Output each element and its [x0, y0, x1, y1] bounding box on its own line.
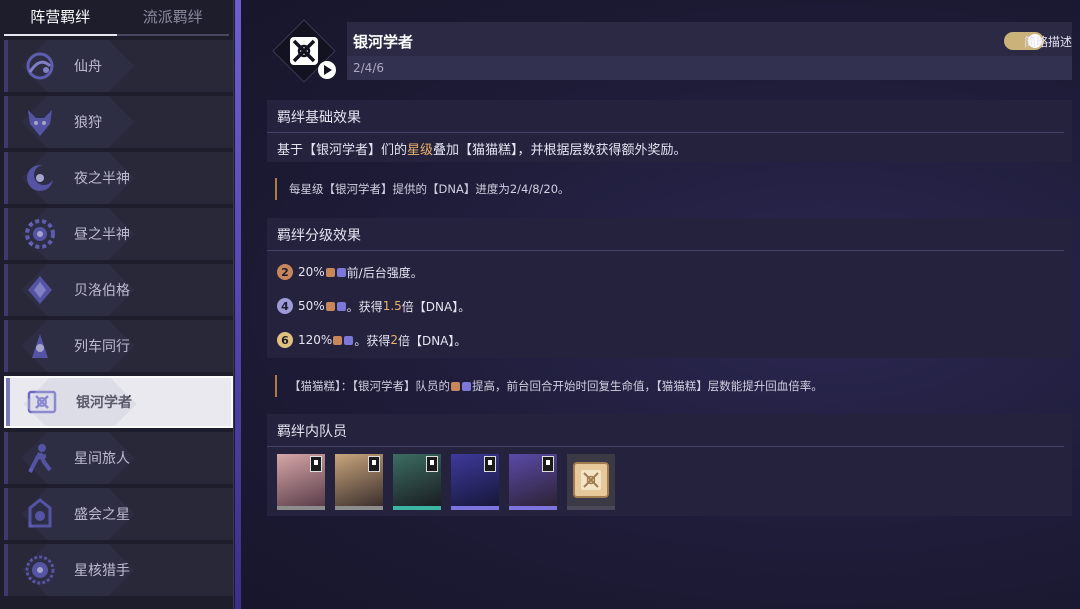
front-stat-icon [451, 382, 460, 391]
member-badge-icon [426, 456, 438, 472]
basic-effect-text: 基于【银河学者】们的星级叠加【猫猫糕】，并根据层数获得额外奖励。 [267, 133, 1072, 158]
sidebar-item-traveler[interactable]: 星间旅人 [4, 432, 233, 484]
sidebar-item-train[interactable]: 列车同行 [4, 320, 233, 372]
maomao-note-text: 【猫猫糕】：【银河学者】队员的 [289, 379, 450, 393]
member-badge-icon [484, 456, 496, 472]
bond-detail-panel: 银河学者 2/4/6 简略描述 羁绊基础效果 基于【银河学者】们的星级叠加【猫猫… [241, 0, 1080, 609]
tier-row-4: 4 50% 。获得 1.5 倍【DNA】。 [267, 289, 1072, 323]
tab-faction-bonds[interactable]: 阵营羁绊 [4, 0, 117, 36]
tier-effect-section: 羁绊分级效果 2 20% 前/后台强度。 4 50% 。获得 1.5 倍【DNA】。… [267, 218, 1072, 358]
back-stat-icon [462, 382, 471, 391]
galaxy-scholar-emblem-icon [271, 18, 337, 84]
back-stat-icon [344, 335, 354, 345]
basic-effect-text-post: 叠加【猫猫糕】，并根据层数获得额外奖励。 [433, 143, 687, 158]
members-title: 羁绊内队员 [267, 414, 1064, 447]
sidebar-item-festival-star[interactable]: 盛会之星 [4, 488, 233, 540]
member-badge-icon [310, 456, 322, 472]
tier-6-badge: 6 [277, 332, 293, 348]
member-card[interactable] [277, 454, 325, 510]
member-card[interactable] [567, 454, 615, 510]
maomao-note-tail: 提高，前台回合开始时回复生命值，【猫猫糕】层数能提升回血倍率。 [472, 379, 823, 393]
rarity-bar [335, 506, 383, 510]
tier-text: 。获得 [354, 333, 391, 348]
faction-sidebar: 阵营羁绊 流派羁绊 仙舟 狼狩 夜之半神 昼之半神 贝洛伯格 列车同行 银河学者… [0, 0, 234, 609]
tier-text: 。获得 [346, 299, 383, 314]
basic-effect-title: 羁绊基础效果 [267, 100, 1064, 133]
back-stat-icon [336, 267, 346, 277]
tier-multiplier: 1.5 [382, 299, 402, 313]
maomao-cake-note: 【猫猫糕】：【银河学者】队员的 提高，前台回合开始时回复生命值，【猫猫糕】层数能提… [275, 375, 823, 397]
tier-value: 50% [298, 299, 325, 313]
header-sub-bar [347, 56, 1072, 80]
rarity-bar [393, 506, 441, 510]
sidebar-item-xianzhou[interactable]: 仙舟 [4, 40, 233, 92]
tier-row-6: 6 120% 。获得 2 倍【DNA】。 [267, 323, 1072, 357]
member-card[interactable] [335, 454, 383, 510]
tier-row-2: 2 20% 前/后台强度。 [267, 255, 1072, 289]
tier-4-badge: 4 [277, 298, 293, 314]
member-list [267, 447, 1072, 510]
basic-effect-section: 羁绊基础效果 基于【银河学者】们的星级叠加【猫猫糕】，并根据层数获得额外奖励。 [267, 100, 1072, 162]
maomao-cake-icon [567, 454, 615, 506]
rarity-bar [277, 506, 325, 510]
sidebar-item-galaxy-scholar[interactable]: 银河学者 [4, 376, 233, 428]
tier-tail: 倍【DNA】。 [401, 299, 471, 314]
bond-title: 银河学者 [353, 33, 414, 51]
sidebar-item-wolf[interactable]: 狼狩 [4, 96, 233, 148]
tier-value: 20% [298, 265, 325, 279]
tier-effect-title: 羁绊分级效果 [267, 218, 1064, 251]
front-stat-icon [333, 335, 343, 345]
member-card[interactable] [451, 454, 499, 510]
member-badge-icon [368, 456, 380, 472]
sidebar-item-night-demigod[interactable]: 夜之半神 [4, 152, 233, 204]
bond-tabs: 阵营羁绊 流派羁绊 [0, 0, 233, 36]
back-stat-icon [336, 301, 346, 311]
tab-school-bonds[interactable]: 流派羁绊 [116, 0, 229, 36]
sidebar-item-stellaron-hunter[interactable]: 星核猎手 [4, 544, 233, 596]
front-stat-icon [325, 301, 335, 311]
tier-text: 前/后台强度。 [346, 265, 423, 280]
tier-multiplier: 2 [390, 333, 398, 347]
rarity-bar [509, 506, 557, 510]
faction-list: 仙舟 狼狩 夜之半神 昼之半神 贝洛伯格 列车同行 银河学者 星间旅人 盛会之星… [0, 40, 233, 596]
member-card[interactable] [393, 454, 441, 510]
bond-thresholds: 2/4/6 [353, 61, 384, 75]
front-stat-icon [325, 267, 335, 277]
dna-progress-note: 每星级【银河学者】提供的【DNA】进度为2/4/8/20。 [275, 178, 570, 200]
basic-effect-text-pre: 基于【银河学者】们的 [277, 143, 408, 158]
rarity-bar [567, 506, 615, 510]
member-card[interactable] [509, 454, 557, 510]
member-badge-icon [542, 456, 554, 472]
bond-header: 银河学者 2/4/6 简略描述 [347, 22, 1072, 80]
basic-effect-highlight: 星级 [407, 143, 434, 158]
sidebar-item-belobog[interactable]: 贝洛伯格 [4, 264, 233, 316]
sidebar-item-day-demigod[interactable]: 昼之半神 [4, 208, 233, 260]
tier-tail: 倍【DNA】。 [397, 333, 467, 348]
rarity-bar [451, 506, 499, 510]
members-section: 羁绊内队员 [267, 414, 1072, 516]
brief-description-label: 简略描述 [1023, 35, 1072, 49]
tier-value: 120% [298, 333, 333, 347]
tier-2-badge: 2 [277, 264, 293, 280]
